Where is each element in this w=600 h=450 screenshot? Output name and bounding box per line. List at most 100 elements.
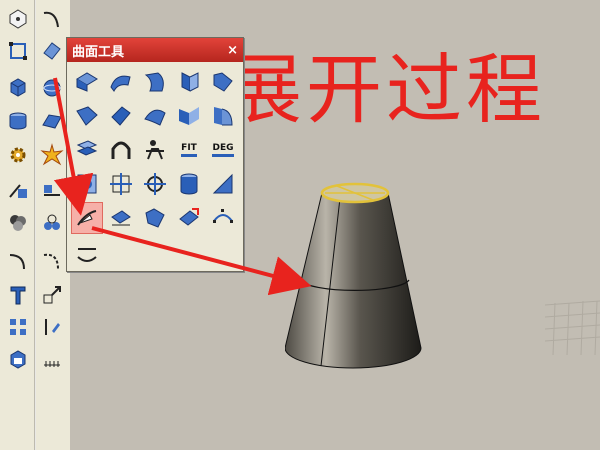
blend-button[interactable] [37,246,67,276]
surface-button[interactable] [37,36,67,66]
loft-icon [76,72,98,92]
cylinder-solid-button[interactable] [173,168,205,200]
surface-edit-button[interactable] [37,106,67,136]
fit-label: FIT [181,143,197,153]
explode-button[interactable] [37,140,67,170]
offset-surface-icon [76,140,98,156]
loft-button[interactable] [71,66,103,98]
edit-points-button[interactable] [3,36,33,66]
text-button[interactable] [3,280,33,310]
fillet-button[interactable] [3,246,33,276]
rail-revolve-icon [213,72,233,92]
deg-icon: DEG [212,143,234,157]
flow-button[interactable] [139,202,171,234]
close-icon[interactable]: × [227,43,238,58]
edit-points-icon [9,42,27,60]
grid-fragment [545,300,600,355]
person-icon [146,140,164,160]
cylinder-solid-icon [180,173,198,195]
scale-button[interactable] [37,280,67,310]
explode-icon [40,143,64,166]
adjust-seam-icon [77,174,97,194]
sphere-icon [43,79,61,97]
fillet-surface-button[interactable] [207,100,239,132]
panel-titlebar[interactable]: 曲面工具 × [67,38,243,62]
split-button[interactable] [37,174,67,204]
edge-surface-icon [76,106,98,126]
blend-surface-button[interactable] [173,100,205,132]
box-solid-button[interactable] [3,72,33,102]
overlay-title: 展开过程 [226,45,546,134]
blend-icon [43,253,59,270]
revolve-button[interactable] [173,66,205,98]
render-icon [10,350,26,369]
smash-icon [111,210,131,226]
curve-icon [43,11,59,28]
surface-icon [43,42,61,60]
control-points-button[interactable] [207,202,239,234]
rail-revolve-button[interactable] [207,66,239,98]
unroll-button[interactable] [71,202,103,234]
arch-button[interactable] [105,134,137,166]
sweep1-button[interactable] [105,66,137,98]
boolean-button[interactable] [3,208,33,238]
sweep1-icon [110,75,131,92]
blend-surface-icon [179,107,199,125]
adjust-seam-button[interactable] [71,168,103,200]
point-icon [9,9,27,29]
sweep2-button[interactable] [139,66,171,98]
group-button[interactable] [37,208,67,238]
offset-surface-button[interactable] [71,134,103,166]
smash-button[interactable] [105,202,137,234]
render-button[interactable] [3,344,33,374]
uv-curve-button[interactable] [105,168,137,200]
shrink-button[interactable] [173,202,205,234]
group-icon [44,214,60,230]
curve-button[interactable] [37,4,67,34]
fit-button[interactable]: FIT [173,134,205,166]
patch-icon [144,109,166,126]
panel-title: 曲面工具 [72,44,125,60]
edit-button[interactable] [37,312,67,342]
unroll-curve-button[interactable] [71,238,103,270]
surface-edit-icon [42,114,62,129]
sphere-button[interactable] [37,72,67,102]
sweep2-icon [144,72,164,92]
network-icon [111,106,131,126]
network-button[interactable] [105,100,137,132]
surface-tools-panel[interactable]: 曲面工具 × FIT DEG [66,37,244,272]
array-button[interactable] [3,312,33,342]
shrink-icon [179,208,199,226]
unroll-icon [77,210,97,226]
dimension-icon [44,361,60,367]
toolbar-separator [34,0,36,450]
text-icon [10,286,26,305]
dimension-button[interactable] [37,344,67,374]
drape-icon [144,173,166,195]
uv-curve-icon [110,173,132,195]
cone-model[interactable] [285,178,425,378]
drape-button[interactable] [139,168,171,200]
cylinder-icon [9,112,27,130]
edit-icon [45,319,60,335]
deg-label: DEG [212,143,234,153]
patch-button[interactable] [139,100,171,132]
flow-icon [145,208,165,228]
fit-icon: FIT [181,143,197,157]
transform-button[interactable] [3,140,33,170]
arch-icon [111,141,131,159]
point-button[interactable] [3,4,33,34]
box-solid-icon [10,78,26,97]
split-icon [44,185,60,196]
edge-surface-button[interactable] [71,100,103,132]
deg-button[interactable]: DEG [207,134,239,166]
cylinder-button[interactable] [3,106,33,136]
person-button[interactable] [139,134,171,166]
array-icon [10,319,26,335]
trim-surface-icon [212,173,233,194]
trim-surface-button[interactable] [207,168,239,200]
gear-transform-icon [10,147,26,163]
left-toolbar [0,0,71,450]
trim-button[interactable] [3,174,33,204]
revolve-icon [181,72,199,92]
